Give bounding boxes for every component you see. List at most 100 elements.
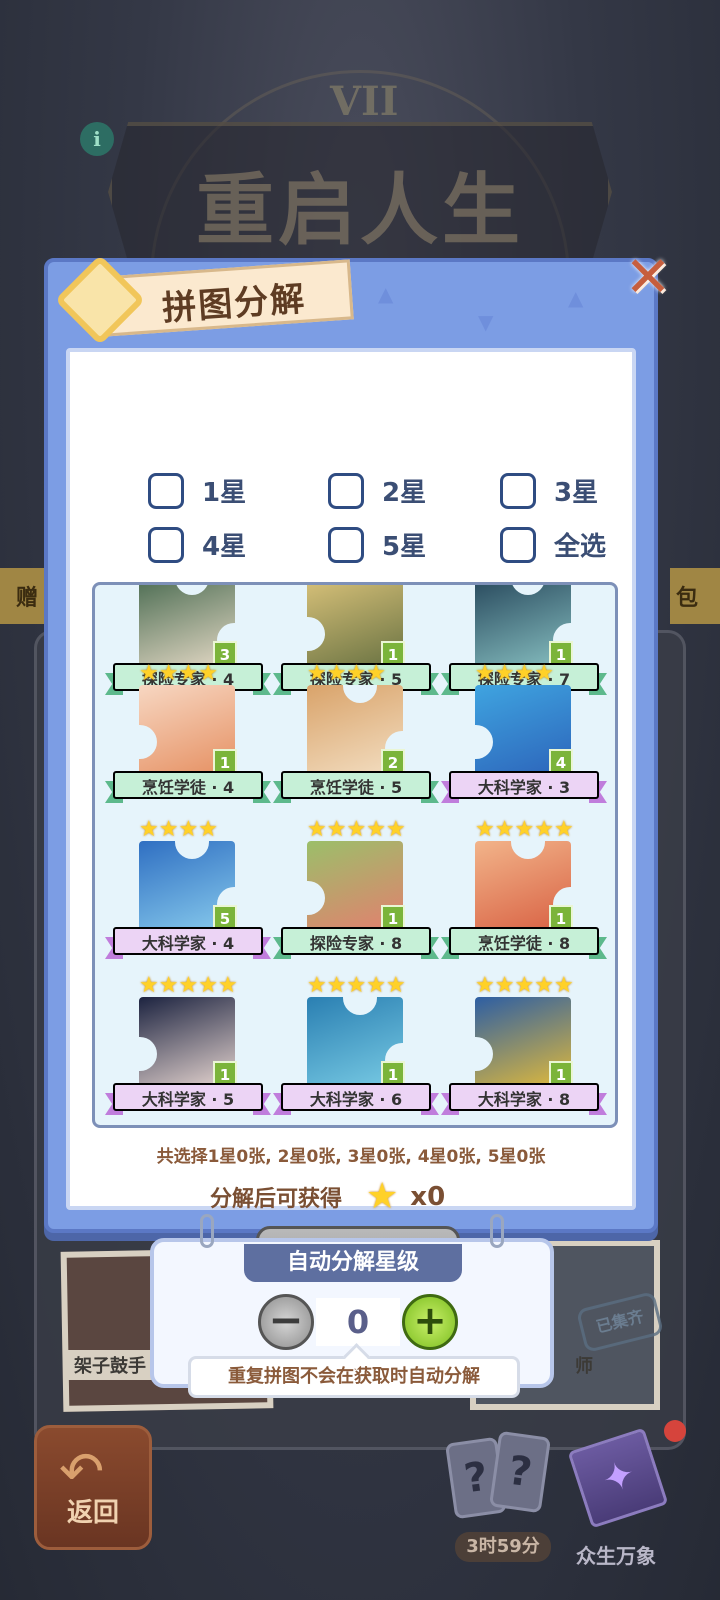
puzzle-notch [307, 881, 325, 915]
photo-right-caption: 师 [575, 1356, 593, 1377]
name-ribbon: 烹饪学徒 · 4 [105, 771, 271, 803]
book-label: 众生万象 [576, 1544, 656, 1568]
puzzle-card[interactable]: ★ ★ ★ ★ 2 烹饪学徒 · 5 [273, 663, 439, 819]
hanging-ring-icon [200, 1214, 214, 1248]
star-icon: ★ [494, 661, 515, 686]
piece-name: 烹饪学徒 · 5 [309, 778, 403, 797]
puzzle-card[interactable]: ★ ★ ★ ★ ★ 1 大科学家 · 6 [273, 975, 439, 1125]
star-rating: ★ ★ ★ ★ ★ [139, 975, 238, 997]
star-icon: ★ [346, 817, 367, 842]
star-icon: ★ [475, 661, 495, 686]
puzzle-card[interactable]: ★ ★ ★ ★ ★ 1 探险专家 · 8 [273, 819, 439, 975]
photo-left-caption: 架子鼓手 [68, 1350, 152, 1380]
puzzle-notch [475, 1037, 493, 1071]
checkbox-4-star[interactable]: 4星 [148, 526, 246, 563]
star-icon: ★ [366, 661, 386, 686]
puzzle-notch [475, 725, 493, 759]
star-icon: ★ [139, 973, 159, 998]
piece-count-badge: 1 [213, 749, 237, 773]
auto-decompose-title: 自动分解星级 [244, 1244, 462, 1282]
name-ribbon: 探险专家 · 8 [273, 927, 439, 959]
piece-count-badge: 1 [549, 905, 573, 929]
info-icon[interactable]: i [80, 122, 114, 156]
star-currency-icon: ★ [366, 1176, 399, 1217]
checkbox-box[interactable] [500, 526, 536, 563]
star-icon: ★ [307, 817, 327, 842]
star-icon: ★ [326, 817, 347, 842]
checkbox-select-all[interactable]: 全选 [500, 526, 606, 563]
decrease-button[interactable]: − [258, 1294, 314, 1350]
checkbox-3-star[interactable]: 3星 [500, 472, 598, 509]
checkbox-2-star[interactable]: 2星 [328, 472, 426, 509]
puzzle-card[interactable]: ★ ★ ★ ★ 5 大科学家 · 4 [105, 819, 271, 975]
star-icon: ★ [366, 817, 386, 842]
checkbox-1-star[interactable]: 1星 [148, 472, 246, 509]
checkbox-5-star[interactable]: 5星 [328, 526, 426, 563]
puzzle-card[interactable]: ★ ★ ★ ★ ★ 1 大科学家 · 5 [105, 975, 271, 1125]
piece-count-badge: 5 [213, 905, 237, 929]
name-ribbon: 大科学家 · 5 [105, 1083, 271, 1115]
mystery-cards[interactable]: ? ? [444, 1430, 552, 1530]
star-icon: ★ [198, 661, 218, 686]
name-ribbon: 大科学家 · 6 [273, 1083, 439, 1115]
star-icon: ★ [346, 661, 367, 686]
puzzle-card[interactable]: ★ ★ ★ ★ 4 大科学家 · 3 [441, 663, 607, 819]
decor-triangle-icon: ▲ [378, 282, 394, 306]
checkbox-label: 4星 [202, 532, 247, 562]
piece-name: 大科学家 · 3 [477, 778, 571, 797]
puzzle-decompose-dialog: ▲ ▼ ▲ 拼图分解 ✕ 1星 2星 3星 4星 5星 全选 3 探险专家 · … [44, 250, 671, 1302]
puzzle-notch [511, 841, 545, 859]
puzzle-notch [175, 585, 209, 595]
puzzle-card[interactable]: ★ ★ ★ ★ ★ 1 大科学家 · 8 [441, 975, 607, 1125]
piece-name: 大科学家 · 6 [309, 1090, 403, 1109]
hanging-ring-icon [490, 1214, 504, 1248]
checkbox-box[interactable] [328, 526, 364, 563]
piece-count-badge: 4 [549, 749, 573, 773]
checkbox-box[interactable] [148, 526, 184, 563]
reward-label: 分解后可获得 [210, 1186, 343, 1212]
dialog-title-ribbon: 拼图分解 [54, 254, 354, 346]
star-icon: ★ [198, 817, 218, 842]
star-icon: ★ [158, 817, 179, 842]
star-icon: ★ [514, 973, 535, 998]
star-rating: ★ ★ ★ ★ ★ [307, 975, 406, 997]
puzzle-notch [343, 997, 377, 1015]
star-icon: ★ [553, 973, 574, 998]
puzzle-card[interactable]: ★ ★ ★ ★ ★ 1 烹饪学徒 · 8 [441, 819, 607, 975]
back-button[interactable]: ↶ 返回 [34, 1425, 152, 1550]
piece-count-badge: 1 [381, 905, 405, 929]
piece-name: 探险专家 · 8 [309, 934, 403, 953]
checkbox-label: 5星 [382, 532, 427, 562]
checkbox-label: 2星 [382, 478, 427, 508]
star-rating: ★ ★ ★ ★ ★ [307, 819, 406, 841]
star-icon: ★ [534, 661, 554, 686]
puzzle-piece-grid[interactable]: 3 探险专家 · 4 1 探险专家 · 5 1 探险专家 · 7 ★ ★ ★ ★ 1 烹饪学徒 · 4… [92, 582, 618, 1128]
game-title: 重启人生 [195, 165, 524, 256]
piece-count-badge: 1 [381, 1061, 405, 1085]
piece-name: 大科学家 · 5 [141, 1090, 235, 1109]
dialog-title: 拼图分解 [161, 279, 308, 329]
piece-count-badge: 1 [213, 1061, 237, 1085]
star-icon: ★ [139, 661, 159, 686]
close-icon[interactable]: ✕ [618, 250, 678, 310]
checkbox-box[interactable] [500, 472, 536, 509]
star-emblem-icon: ✦ [596, 1450, 641, 1503]
star-rating: ★ ★ ★ ★ ★ [475, 975, 574, 997]
puzzle-card[interactable]: ★ ★ ★ ★ 1 烹饪学徒 · 4 [105, 663, 271, 819]
piece-count-badge: 2 [381, 749, 405, 773]
piece-count-badge: 1 [549, 1061, 573, 1085]
reward-quantity: x0 [410, 1181, 446, 1212]
star-level-value: 0 [316, 1298, 400, 1346]
clock-numeral: VII [330, 78, 399, 125]
checkbox-box[interactable] [148, 472, 184, 509]
puzzle-notch [139, 1037, 157, 1071]
star-icon: ★ [475, 973, 495, 998]
checkbox-box[interactable] [328, 472, 364, 509]
increase-button[interactable]: + [402, 1294, 458, 1350]
star-rating: ★ ★ ★ ★ [307, 663, 386, 685]
star-icon: ★ [385, 973, 406, 998]
puzzle-notch [139, 725, 157, 759]
star-icon: ★ [494, 973, 515, 998]
star-icon: ★ [139, 817, 159, 842]
name-ribbon: 大科学家 · 4 [105, 927, 271, 959]
